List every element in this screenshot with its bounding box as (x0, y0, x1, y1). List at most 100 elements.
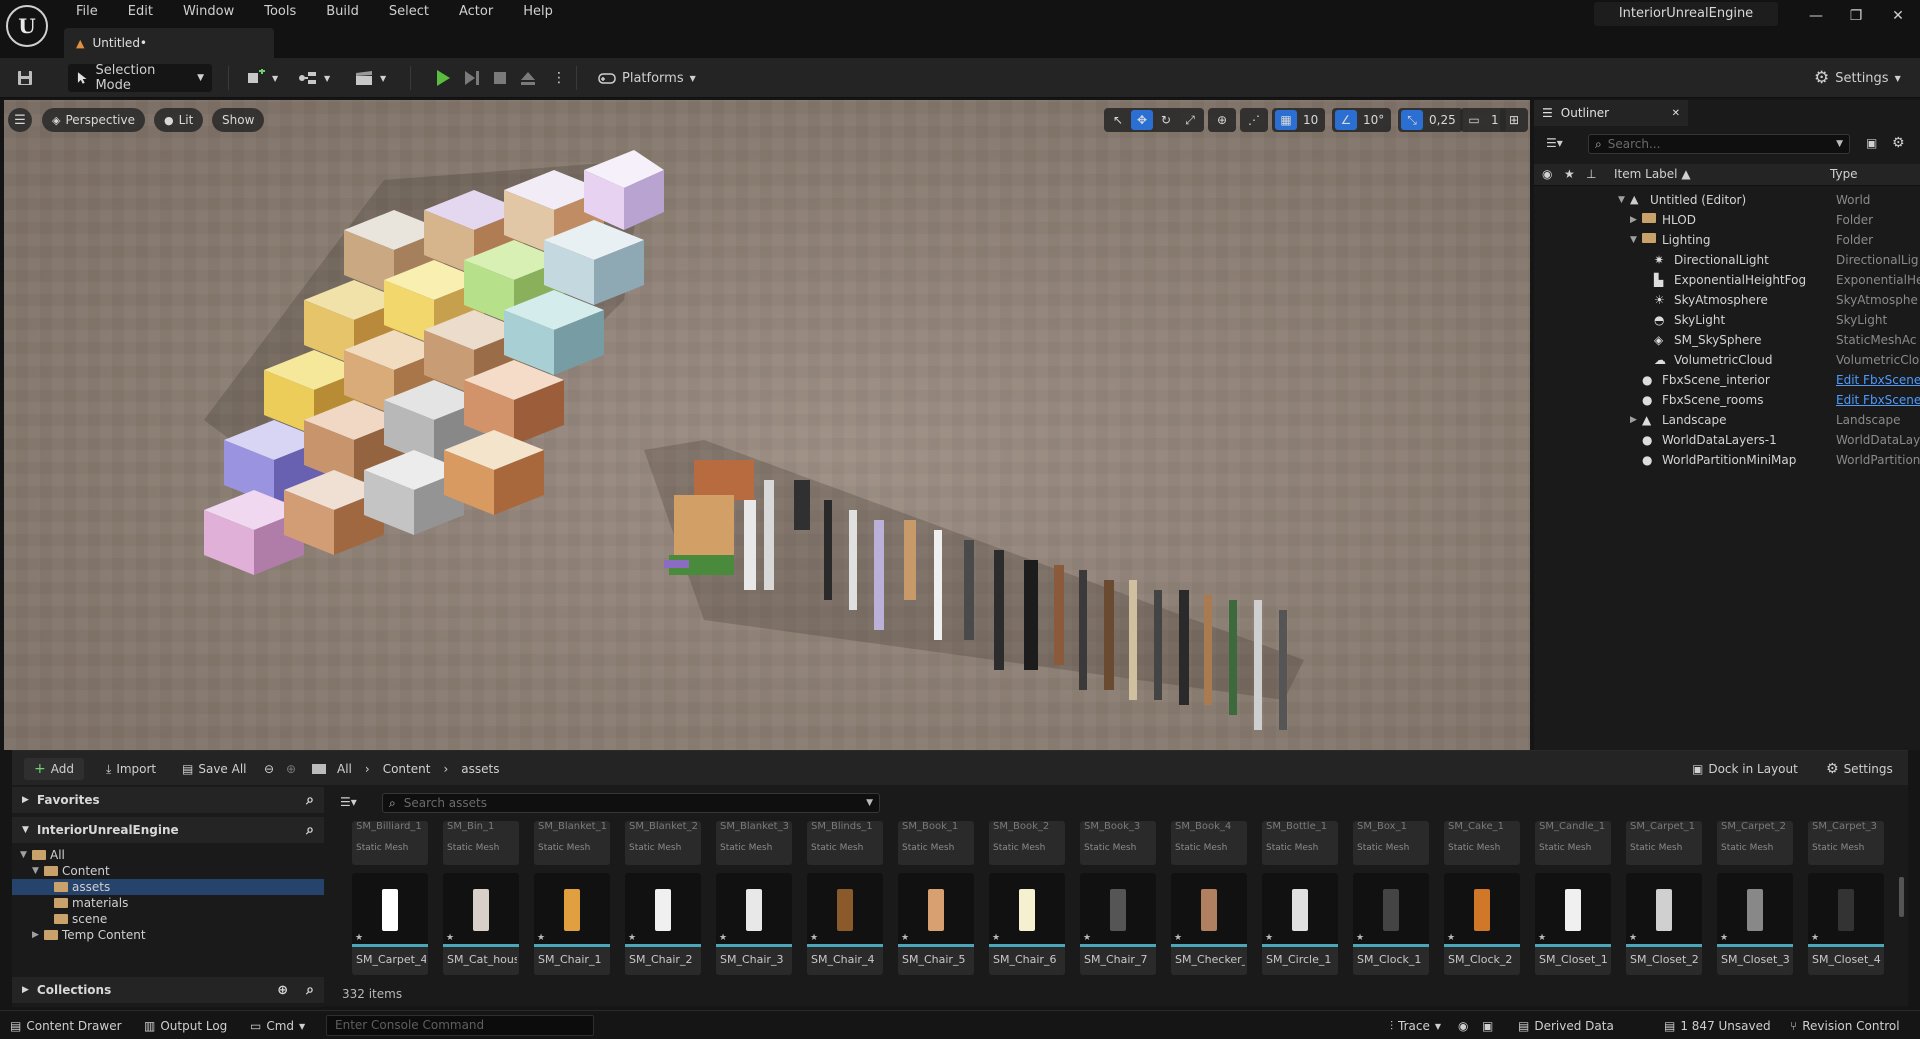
search-icon[interactable]: ⌕ (306, 822, 314, 838)
outliner-row[interactable]: ✷ DirectionalLight DirectionalLig (1534, 250, 1920, 270)
pin-icon[interactable]: ⊥ (1586, 167, 1596, 181)
derived-data-button[interactable]: ▤ Derived Data (1518, 1018, 1614, 1034)
outliner-row[interactable]: ▶ ▲ Landscape Landscape (1534, 410, 1920, 430)
search-icon[interactable]: ⌕ (306, 792, 314, 808)
outliner-row[interactable]: ☁ VolumetricCloud VolumetricClo (1534, 350, 1920, 370)
stop-button[interactable] (492, 64, 508, 92)
unreal-logo-icon[interactable]: U (6, 5, 48, 47)
menu-select[interactable]: Select (374, 4, 444, 20)
outliner-row[interactable]: ☀ SkyAtmosphere SkyAtmosphe (1534, 290, 1920, 310)
asset-tile[interactable]: SM_Cake_1 Static Mesh (1444, 821, 1520, 865)
asset-tile[interactable]: ★ SM_Closet_3 (1717, 873, 1793, 975)
level-viewport[interactable]: ☰ ◈ Perspective ● Lit Show ↖ ✥ ↻ ⤢ ⊕ ⋰ ▦… (4, 100, 1530, 750)
col-item-label[interactable]: Item Label ▲ (1614, 167, 1691, 181)
asset-tile[interactable]: SM_Carpet_2 Static Mesh (1717, 821, 1793, 865)
record-button[interactable]: ◉ (1458, 1018, 1468, 1034)
breadcrumb-all[interactable]: All (337, 762, 352, 776)
asset-tile[interactable]: ★ SM_Clock_1 (1353, 873, 1429, 975)
tree-item-materials[interactable]: materials (12, 895, 324, 911)
search-icon[interactable]: ⌕ (306, 982, 314, 998)
menu-window[interactable]: Window (168, 4, 249, 20)
favorite-star-icon[interactable]: ★ (446, 933, 454, 943)
unsaved-button[interactable]: ▤ 1 847 Unsaved (1664, 1018, 1771, 1034)
favorite-star-icon[interactable]: ★ (1720, 933, 1728, 943)
viewport-menu-button[interactable]: ☰ (8, 108, 32, 132)
select-tool-icon[interactable]: ↖ (1107, 110, 1129, 130)
breadcrumb-assets[interactable]: assets (461, 762, 499, 776)
tree-item-all[interactable]: ▼ All (12, 847, 324, 863)
close-window-button[interactable]: ✕ (1888, 8, 1908, 24)
asset-tile[interactable]: ★ SM_Chair_3 (716, 873, 792, 975)
globe-icon[interactable]: ⊕ (1211, 110, 1233, 130)
asset-tile[interactable]: SM_Bottle_1 Static Mesh (1262, 821, 1338, 865)
favorite-star-icon[interactable]: ★ (810, 933, 818, 943)
asset-filter-button[interactable]: ☰▾ (340, 795, 357, 809)
asset-tile[interactable]: SM_Candle_1 Static Mesh (1535, 821, 1611, 865)
favorite-star-icon[interactable]: ★ (1265, 933, 1273, 943)
favorite-star-icon[interactable]: ★ (628, 933, 636, 943)
tree-item-scene[interactable]: scene (12, 911, 324, 927)
menu-tools[interactable]: Tools (249, 4, 311, 20)
play-button[interactable] (434, 64, 452, 92)
history-forward-button[interactable]: ⊕ (286, 758, 296, 780)
translate-tool-icon[interactable]: ✥ (1131, 110, 1153, 130)
outliner-row[interactable]: ▙ ExponentialHeightFog ExponentialHe (1534, 270, 1920, 290)
asset-tile[interactable]: ★ SM_Closet_1 (1535, 873, 1611, 975)
tab-outliner[interactable]: ☰ Outliner ✕ (1534, 100, 1688, 126)
expanded-arrow-icon[interactable]: ▼ (1618, 190, 1625, 210)
cmd-dropdown[interactable]: ▭ Cmd ▼ (250, 1018, 305, 1034)
outliner-row[interactable]: ● FbxScene_rooms Edit FbxScene (1534, 390, 1920, 410)
asset-tile[interactable]: SM_Book_1 Static Mesh (898, 821, 974, 865)
blueprints-button[interactable]: ▼ (298, 64, 330, 92)
advance-frame-button[interactable] (463, 64, 481, 92)
layout-grid-icon[interactable]: ⊞ (1503, 110, 1525, 130)
play-options-button[interactable]: ⋮ (552, 64, 566, 92)
favorite-star-icon[interactable]: ★ (1356, 933, 1364, 943)
scale-snap-icon[interactable]: ⤡ (1401, 110, 1423, 130)
asset-tile[interactable]: ★ SM_Cat_house_1 (443, 873, 519, 975)
outliner-row[interactable]: ◈ SM_SkySphere StaticMeshAc (1534, 330, 1920, 350)
tree-item-temp-content[interactable]: ▶ Temp Content (12, 927, 324, 943)
asset-tile[interactable]: ★ SM_Chair_2 (625, 873, 701, 975)
rotate-tool-icon[interactable]: ↻ (1155, 110, 1177, 130)
asset-tile[interactable]: SM_Blanket_1 Static Mesh (534, 821, 610, 865)
show-button[interactable]: Show (212, 108, 265, 132)
asset-tile[interactable]: ★ SM_Carpet_4 (352, 873, 428, 975)
collapsed-arrow-icon[interactable]: ▶ (1630, 210, 1637, 230)
trace-button[interactable]: ⫶ Trace ▼ (1390, 1018, 1441, 1034)
asset-tile[interactable]: ★ SM_Chair_4 (807, 873, 883, 975)
lit-button[interactable]: ● Lit (154, 108, 204, 132)
asset-tile[interactable]: ★ SM_Checker_1 (1171, 873, 1247, 975)
favorite-star-icon[interactable]: ★ (1538, 933, 1546, 943)
outliner-row[interactable]: ▶ HLOD Folder (1534, 210, 1920, 230)
favorites-header[interactable]: ▶ Favorites ⌕ (12, 787, 324, 813)
eject-button[interactable] (519, 64, 537, 92)
import-button[interactable]: ⤓ Import (106, 758, 156, 780)
menu-file[interactable]: File (61, 4, 113, 20)
asset-tile[interactable]: SM_Carpet_1 Static Mesh (1626, 821, 1702, 865)
asset-tile[interactable]: SM_Blanket_3 Static Mesh (716, 821, 792, 865)
breadcrumb-content[interactable]: Content (383, 762, 431, 776)
restore-button[interactable]: ❐ (1846, 8, 1866, 24)
tree-item-assets[interactable]: assets (12, 879, 324, 895)
collapsed-arrow-icon[interactable]: ▶ (32, 927, 39, 943)
edit-fbxscene-link[interactable]: Edit FbxScene (1836, 390, 1920, 410)
scale-snap-value[interactable]: 0,25 (1425, 113, 1460, 127)
asset-tile[interactable]: SM_Billiard_1 Static Mesh (352, 821, 428, 865)
angle-icon[interactable]: ∠ (1335, 110, 1357, 130)
project-header[interactable]: ▼ InteriorUnrealEngine ⌕ (12, 817, 324, 843)
favorite-star-icon[interactable]: ★ (901, 933, 909, 943)
revision-control-button[interactable]: ⑂ Revision Control (1790, 1018, 1900, 1034)
rotation-snap-value[interactable]: 10° (1359, 113, 1388, 127)
menu-edit[interactable]: Edit (113, 4, 168, 20)
asset-tile[interactable]: ★ SM_Closet_4 (1808, 873, 1884, 975)
history-back-button[interactable]: ⊖ (264, 758, 274, 780)
visibility-icon[interactable]: ◉ (1542, 167, 1552, 181)
edit-fbxscene-link[interactable]: Edit FbxScene (1836, 370, 1920, 390)
outliner-row[interactable]: ● FbxScene_interior Edit FbxScene (1534, 370, 1920, 390)
output-log-button[interactable]: ▥ Output Log (144, 1018, 227, 1034)
asset-tile[interactable]: SM_Book_2 Static Mesh (989, 821, 1065, 865)
save-current-button[interactable] (16, 64, 34, 92)
add-button[interactable]: + Add (24, 758, 84, 780)
collapsed-arrow-icon[interactable]: ▶ (1630, 410, 1637, 430)
